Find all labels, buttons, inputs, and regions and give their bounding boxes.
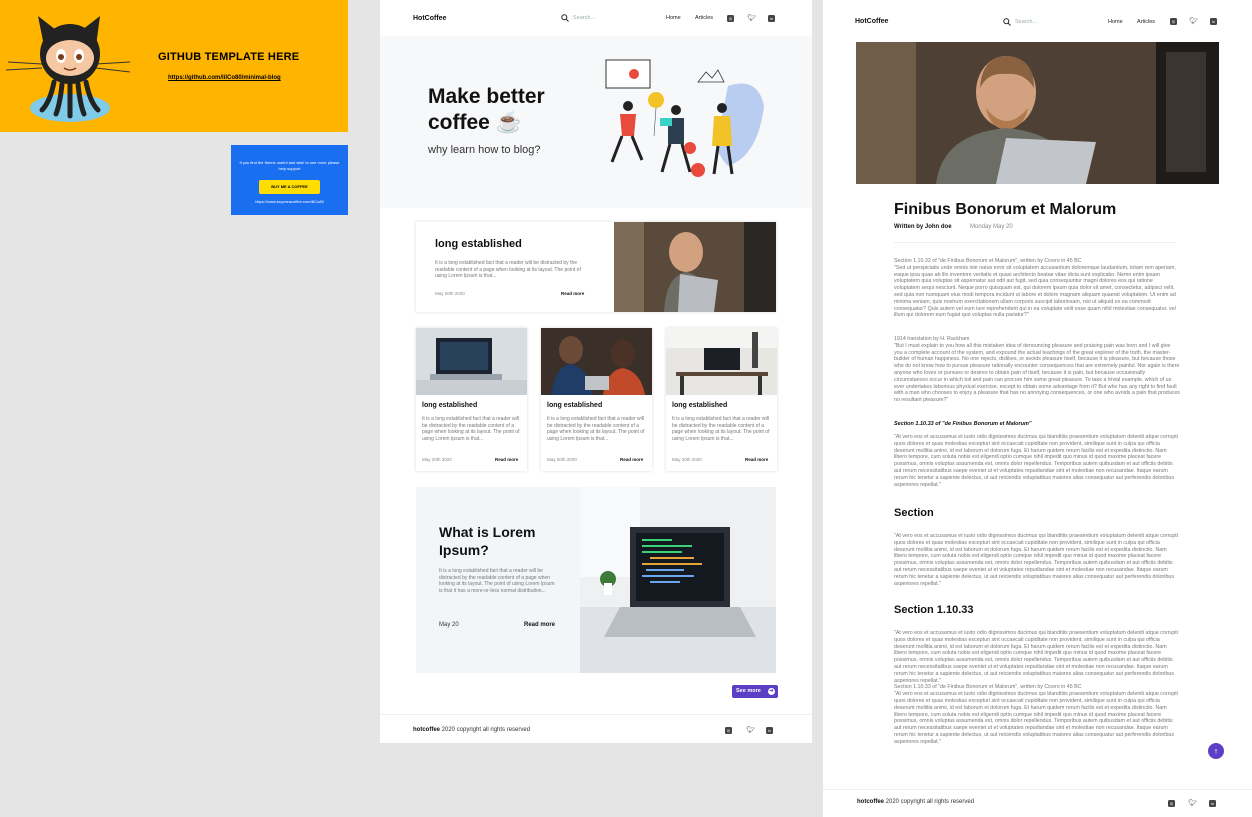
card-3-date: May 20th 2020 bbox=[672, 457, 702, 462]
article-paragraph-2: 1914 translation by H. Rackham "But I mu… bbox=[894, 336, 1180, 404]
card-2-read-more[interactable]: Read more bbox=[620, 457, 643, 462]
article-brand-logo[interactable]: HotCoffee bbox=[855, 18, 888, 25]
card-1-excerpt: It is a long established fact that a rea… bbox=[422, 416, 520, 442]
hero-subtitle: why learn how to blog? bbox=[428, 144, 541, 156]
search-input[interactable]: Search... bbox=[573, 15, 595, 21]
lorem-card-read-more[interactable]: Read more bbox=[524, 622, 555, 628]
footer: hotcoffee 2020 copyright all rights rese… bbox=[380, 714, 812, 743]
see-more-label: See more bbox=[736, 688, 761, 694]
scroll-to-top-button[interactable]: ↑ bbox=[1208, 743, 1224, 759]
search-icon bbox=[561, 14, 569, 22]
card-3-excerpt: It is a long established fact that a rea… bbox=[672, 416, 770, 442]
footer-linkedin-icon[interactable]: in bbox=[766, 727, 773, 734]
featured-post-card[interactable]: long established It is a long establishe… bbox=[416, 222, 776, 312]
featured-title: long established bbox=[435, 238, 522, 250]
article-instagram-icon[interactable]: ◎ bbox=[1170, 18, 1177, 25]
footer-text: 2020 copyright all rights reserved bbox=[440, 727, 531, 733]
card-2-photo bbox=[541, 328, 652, 395]
article-page-preview: HotCoffee Search... Home Articles ◎ 🐦︎ i… bbox=[823, 0, 1252, 817]
article-nav-home[interactable]: Home bbox=[1108, 19, 1123, 25]
github-promo-banner: GITHUB TEMPLATE HERE https://github.com/… bbox=[0, 0, 348, 132]
article-twitter-icon[interactable]: 🐦︎ bbox=[1189, 18, 1198, 25]
lorem-card-date: May 20 bbox=[439, 622, 459, 628]
footer-brand: hotcoffee bbox=[413, 727, 440, 733]
card-1-date: May 20th 2020 bbox=[422, 457, 452, 462]
article-date: Monday May 20 bbox=[970, 224, 1013, 230]
article-divider bbox=[894, 242, 1176, 243]
linkedin-icon[interactable]: in bbox=[768, 15, 775, 22]
twitter-icon[interactable]: 🐦︎ bbox=[747, 15, 756, 22]
article-linkedin-icon[interactable]: in bbox=[1210, 18, 1217, 25]
lorem-card-excerpt: It is a long established fact that a rea… bbox=[439, 568, 555, 594]
article-footer-copyright: hotcoffee 2020 copyright all rights rese… bbox=[857, 799, 974, 805]
footer-copyright: hotcoffee 2020 copyright all rights rese… bbox=[413, 727, 530, 733]
article-footer-brand: hotcoffee bbox=[857, 799, 884, 805]
buy-me-coffee-panel: If you find the theme useful and wish to… bbox=[231, 145, 348, 215]
nav-articles-link[interactable]: Articles bbox=[695, 15, 713, 21]
bmc-message: If you find the theme useful and wish to… bbox=[239, 160, 340, 171]
card-2-excerpt: It is a long established fact that a rea… bbox=[547, 416, 645, 442]
featured-read-more[interactable]: Read more bbox=[561, 291, 584, 296]
card-1-read-more[interactable]: Read more bbox=[495, 457, 518, 462]
featured-date: May 20th 2020 bbox=[435, 291, 465, 296]
footer-twitter-icon[interactable]: 🐦︎ bbox=[746, 727, 755, 734]
lorem-ipsum-card[interactable]: What is Lorem Ipsum? It is a long establ… bbox=[416, 487, 776, 673]
card-3-read-more[interactable]: Read more bbox=[745, 457, 768, 462]
card-3-title: long established bbox=[672, 402, 728, 409]
octocat-logo bbox=[5, 16, 131, 122]
article-subheading-italic: Section 1.10.33 of "de Finibus Bonorum e… bbox=[894, 421, 1032, 427]
github-promo-title: GITHUB TEMPLATE HERE bbox=[158, 51, 300, 63]
featured-photo bbox=[614, 222, 776, 312]
lorem-card-photo bbox=[580, 487, 776, 673]
card-1-photo bbox=[416, 328, 527, 395]
footer-instagram-icon[interactable]: ◎ bbox=[725, 727, 732, 734]
github-promo-link[interactable]: https://github.com/lilCo80/minimal-blog bbox=[168, 75, 281, 81]
home-page-preview: HotCoffee Search... Home Articles ◎ 🐦︎ i… bbox=[380, 0, 812, 743]
article-paragraph-4: "At vero eos et accusamus et iusto odio … bbox=[894, 533, 1178, 587]
post-card-1[interactable]: long established It is a long establishe… bbox=[416, 328, 527, 471]
post-card-3[interactable]: long established It is a long establishe… bbox=[666, 328, 777, 471]
lorem-card-title: What is Lorem Ipsum? bbox=[439, 524, 536, 558]
article-footer-linkedin-icon[interactable]: in bbox=[1209, 800, 1216, 807]
hero-section: Make better coffee ☕ why learn how to bl… bbox=[380, 36, 812, 208]
article-footer-instagram-icon[interactable]: ◎ bbox=[1168, 800, 1175, 807]
buy-me-coffee-button[interactable]: BUY ME A COFFEE bbox=[259, 180, 320, 194]
see-more-button[interactable]: See more ➜ bbox=[732, 685, 778, 698]
hero-title: Make better coffee ☕ bbox=[428, 85, 545, 134]
article-footer-text: 2020 copyright all rights reserved bbox=[884, 799, 975, 805]
article-footer: hotcoffee 2020 copyright all rights rese… bbox=[823, 789, 1252, 817]
article-paragraph-5: "At vero eos et accusamus et iusto odio … bbox=[894, 630, 1178, 745]
article-author: Written by John doe bbox=[894, 224, 952, 230]
article-heading-section: Section bbox=[894, 507, 934, 519]
arrow-right-icon: ➜ bbox=[768, 688, 775, 695]
bmc-url-link[interactable]: https://www.buymeacoffee.com/lilCo80 bbox=[237, 199, 342, 204]
article-heading-section-2: Section 1.10.33 bbox=[894, 604, 974, 616]
article-hero-photo bbox=[856, 42, 1219, 184]
brand-logo[interactable]: HotCoffee bbox=[413, 15, 446, 22]
article-search-input[interactable]: Search... bbox=[1015, 19, 1037, 25]
article-nav-articles[interactable]: Articles bbox=[1137, 19, 1155, 25]
card-1-title: long established bbox=[422, 402, 478, 409]
card-2-title: long established bbox=[547, 402, 603, 409]
featured-excerpt: It is a long established fact that a rea… bbox=[435, 260, 581, 279]
instagram-icon[interactable]: ◎ bbox=[727, 15, 734, 22]
article-navbar: HotCoffee Search... Home Articles ◎ 🐦︎ i… bbox=[823, 0, 1252, 36]
card-2-date: May 20th 2020 bbox=[547, 457, 577, 462]
hero-illustration bbox=[605, 59, 764, 177]
arrow-up-icon: ↑ bbox=[1213, 746, 1219, 756]
navbar: HotCoffee Search... Home Articles ◎ 🐦︎ i… bbox=[380, 0, 812, 36]
article-search-icon bbox=[1003, 18, 1011, 26]
card-3-photo bbox=[666, 328, 777, 395]
post-card-2[interactable]: long established It is a long establishe… bbox=[541, 328, 652, 471]
article-footer-twitter-icon[interactable]: 🐦︎ bbox=[1188, 800, 1197, 807]
article-title: Finibus Bonorum et Malorum bbox=[894, 201, 1117, 218]
article-paragraph-1: Section 1.10.32 of "de Finibus Bonorum e… bbox=[894, 258, 1176, 319]
article-paragraph-3: "At vero eos et accusamus et iusto odio … bbox=[894, 434, 1178, 488]
nav-home-link[interactable]: Home bbox=[666, 15, 681, 21]
